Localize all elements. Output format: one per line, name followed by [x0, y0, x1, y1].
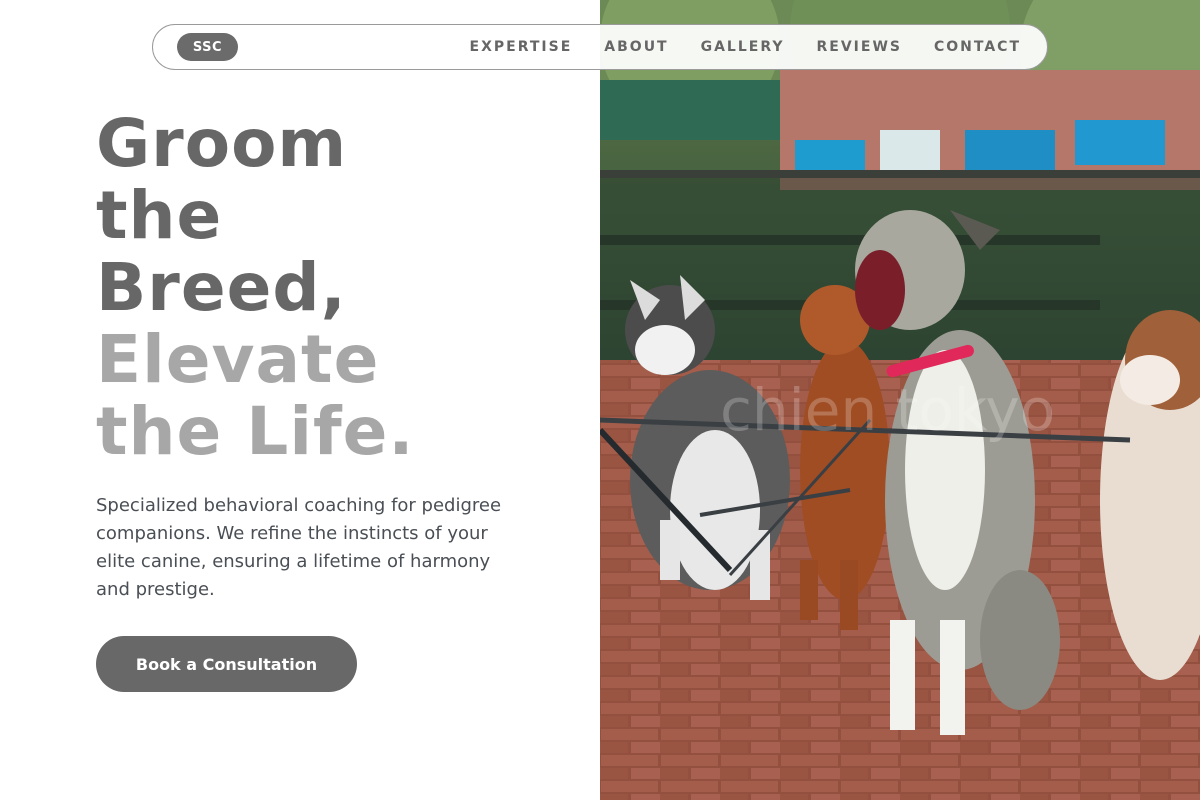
main-navigation: SSC EXPERTISE ABOUT GALLERY REVIEWS CONT… [152, 24, 1048, 70]
logo-badge[interactable]: SSC [177, 33, 238, 61]
nav-link-expertise[interactable]: EXPERTISE [470, 39, 573, 55]
nav-link-contact[interactable]: CONTACT [934, 39, 1021, 55]
nav-link-gallery[interactable]: GALLERY [701, 39, 785, 55]
hero-heading-line: Breed, [96, 249, 347, 326]
nav-link-about[interactable]: ABOUT [604, 39, 668, 55]
hero-photo: chien tokyo [600, 0, 1200, 800]
hero-heading-line-accent: the Life. [96, 393, 415, 470]
nav-link-reviews[interactable]: REVIEWS [817, 39, 902, 55]
image-watermark: chien tokyo [720, 376, 1055, 444]
nav-links: EXPERTISE ABOUT GALLERY REVIEWS CONTACT [438, 39, 1021, 55]
hero-heading-line: the [96, 177, 223, 254]
hero-description: Specialized behavioral coaching for pedi… [96, 495, 502, 600]
book-consultation-button[interactable]: Book a Consultation [96, 636, 357, 692]
hero-heading: Groom the Breed, Elevate the Life. [96, 108, 415, 468]
dogs-photo-illustration: chien tokyo [600, 0, 1200, 800]
hero-heading-line-accent: Elevate [96, 321, 380, 398]
hero-heading-line: Groom [96, 105, 348, 182]
